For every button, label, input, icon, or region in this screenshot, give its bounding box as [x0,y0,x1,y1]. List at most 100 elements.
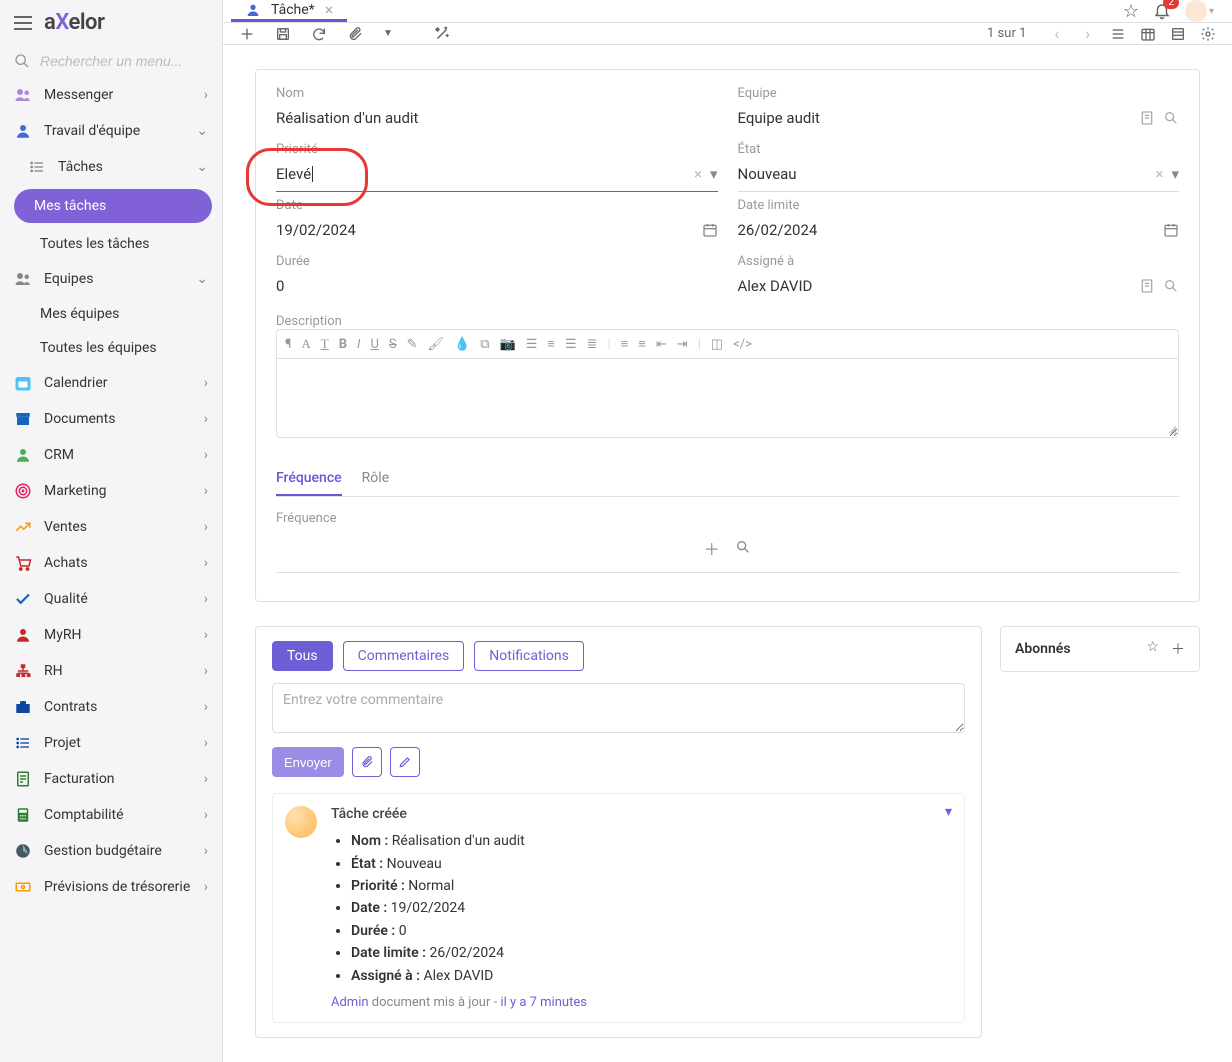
italic-icon[interactable]: I [357,337,360,352]
add-icon[interactable]: ＋ [704,540,720,559]
settings-icon[interactable] [1200,26,1216,42]
brush-icon[interactable]: 🖌 [428,337,445,352]
hamburger-icon[interactable] [14,16,32,30]
refresh-icon[interactable] [311,26,327,42]
card-view-icon[interactable] [1170,26,1186,42]
calendar-icon[interactable] [702,222,718,238]
sidebar-item-ventes[interactable]: Ventes › [0,509,222,545]
link-icon[interactable]: ⧉ [480,337,489,352]
code-icon[interactable]: </> [733,337,752,352]
user-avatar[interactable]: ▾ [1185,0,1214,22]
fontsize-icon[interactable]: T [321,336,329,352]
open-record-icon[interactable] [1139,110,1155,126]
sidebar-item-comptabilite[interactable]: Comptabilité › [0,797,222,833]
attach-icon[interactable] [347,26,363,42]
image-icon[interactable]: 📷 [500,337,516,352]
sidebar-item-projet[interactable]: Projet › [0,725,222,761]
sidebar-item-taches[interactable]: Tâches ⌄ [0,149,222,185]
wand-icon[interactable] [433,25,451,43]
sidebar-item-previsions-tresorerie[interactable]: Prévisions de trésorerie › [0,869,222,905]
sidebar-item-facturation[interactable]: Facturation › [0,761,222,797]
sidebar-item-contrats[interactable]: Contrats › [0,689,222,725]
notifications-icon[interactable]: 2 [1153,2,1171,20]
edit-button[interactable] [390,747,420,777]
sidebar-item-messenger[interactable]: Messenger › [0,77,222,113]
resize-handle[interactable]: ◢ [1168,424,1176,435]
sidebar-item-travail-equipe[interactable]: Travail d'équipe ⌄ [0,113,222,149]
star-icon[interactable]: ☆ [1146,639,1159,659]
sidebar-item-calendrier[interactable]: Calendrier › [0,365,222,401]
drop-icon[interactable]: 💧 [454,337,470,352]
eraser-icon[interactable]: ◫ [711,337,723,352]
comment-tab-comments[interactable]: Commentaires [343,641,465,671]
send-button[interactable]: Envoyer [272,747,344,777]
field-assigne[interactable]: Alex DAVID [738,273,1180,304]
list-view-icon[interactable] [1110,26,1126,42]
sidebar-item-rh[interactable]: RH › [0,653,222,689]
sidebar-item-qualite[interactable]: Qualité › [0,581,222,617]
menu-search-input[interactable] [40,53,208,69]
comment-tab-notifications[interactable]: Notifications [474,641,584,671]
log-user[interactable]: Admin [331,995,369,1010]
sidebar-item-toutes-equipes[interactable]: Toutes les équipes [0,331,222,365]
align-right-icon[interactable]: ☰ [565,337,577,352]
search-icon[interactable] [14,53,30,69]
chevron-down-icon[interactable]: ▾ [710,165,718,183]
next-icon[interactable]: › [1079,24,1096,43]
clear-icon[interactable]: × [694,165,702,183]
field-priorite[interactable]: Elevé ×▾ [276,161,718,192]
field-etat[interactable]: Nouveau ×▾ [738,161,1180,192]
prev-icon[interactable]: ‹ [1048,24,1065,43]
indent-icon[interactable]: ⇥ [677,337,688,352]
field-equipe[interactable]: Equipe audit [738,105,1180,136]
sidebar-item-toutes-taches[interactable]: Toutes les tâches [0,227,222,261]
sidebar-item-crm[interactable]: CRM › [0,437,222,473]
outdent-icon[interactable]: ⇤ [656,337,667,352]
comment-input[interactable] [272,683,965,733]
list-ul-icon[interactable]: ≡ [638,336,646,352]
underline-icon[interactable]: U [370,337,378,352]
sidebar-item-equipes[interactable]: Equipes ⌄ [0,261,222,297]
save-icon[interactable] [275,26,291,42]
sidebar-item-gestion-budgetaire[interactable]: Gestion budgétaire › [0,833,222,869]
clear-icon[interactable]: × [1155,165,1163,183]
add-icon[interactable] [239,26,255,42]
sidebar-item-myrh[interactable]: MyRH › [0,617,222,653]
open-record-icon[interactable] [1139,278,1155,294]
close-icon[interactable]: × [325,0,334,19]
dropdown-icon[interactable]: ▼ [383,28,393,39]
align-justify-icon[interactable]: ≣ [587,337,598,352]
description-editor[interactable]: ◢ [276,358,1179,438]
sidebar-item-marketing[interactable]: Marketing › [0,473,222,509]
sidebar-item-mes-equipes[interactable]: Mes équipes [0,297,222,331]
strike-icon[interactable]: S [389,337,397,352]
calendar-icon[interactable] [1163,222,1179,238]
sidebar-item-mes-taches[interactable]: Mes tâches [14,189,212,223]
sidebar-item-documents[interactable]: Documents › [0,401,222,437]
search-icon[interactable] [735,540,751,559]
font-icon[interactable]: A [301,336,310,352]
field-date-limite[interactable]: 26/02/2024 [738,217,1180,248]
bold-icon[interactable]: B [339,337,347,352]
align-center-icon[interactable]: ≡ [547,336,555,352]
attach-button[interactable] [352,747,382,777]
log-menu-icon[interactable]: ▾ [945,804,952,820]
subtab-role[interactable]: Rôle [362,462,389,496]
search-icon[interactable] [1163,278,1179,294]
sidebar-item-achats[interactable]: Achats › [0,545,222,581]
search-icon[interactable] [1163,110,1179,126]
pilcrow-icon[interactable]: ¶ [285,337,291,352]
list-ol-icon[interactable]: ≡ [621,336,629,352]
calendar-view-icon[interactable] [1140,26,1156,42]
highlight-icon[interactable]: ✎ [407,337,418,352]
subtab-frequence[interactable]: Fréquence [276,462,342,496]
field-date[interactable]: 19/02/2024 [276,217,718,248]
comment-tab-all[interactable]: Tous [272,641,333,671]
add-icon[interactable]: ＋ [1171,639,1185,659]
chevron-down-icon[interactable]: ▾ [1171,165,1179,183]
field-nom[interactable]: Réalisation d'un audit [276,105,718,136]
align-left-icon[interactable]: ☰ [526,337,538,352]
tab-tache[interactable]: Tâche* × [231,0,347,22]
star-icon[interactable]: ☆ [1123,1,1139,22]
field-duree[interactable]: 0 [276,273,718,304]
